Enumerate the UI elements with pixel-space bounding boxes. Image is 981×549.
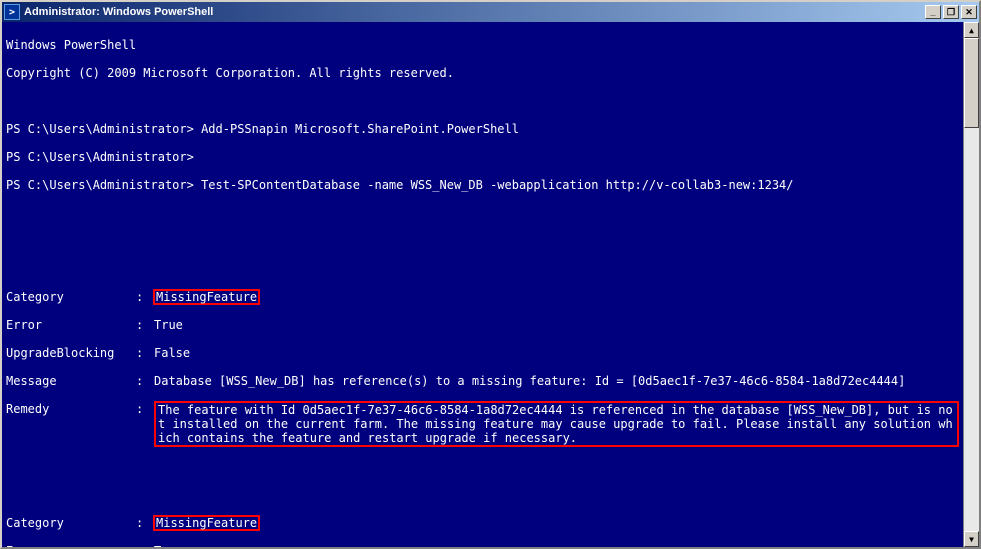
error-row: Error: True (6, 544, 959, 547)
header-line: Windows PowerShell (6, 38, 959, 52)
scroll-down-button[interactable]: ▼ (964, 531, 979, 547)
error-row: Error: True (6, 318, 959, 332)
prompt-line: PS C:\Users\Administrator> Add-PSSnapin … (6, 122, 959, 136)
titlebar[interactable]: > Administrator: Windows PowerShell _ ❐ … (2, 2, 979, 22)
category-value: MissingFeature (153, 515, 260, 531)
remedy-value: The feature with Id 0d5aec1f-7e37-46c6-8… (154, 401, 959, 447)
message-row: Message: Database [WSS_New_DB] has refer… (6, 374, 959, 388)
scroll-up-button[interactable]: ▲ (964, 22, 979, 38)
console-output[interactable]: Windows PowerShell Copyright (C) 2009 Mi… (2, 22, 963, 547)
maximize-button[interactable]: ❐ (943, 5, 959, 19)
prompt-line: PS C:\Users\Administrator> (6, 150, 959, 164)
vertical-scrollbar[interactable]: ▲ ▼ (963, 22, 979, 547)
close-button[interactable]: ✕ (961, 5, 977, 19)
prompt-line: PS C:\Users\Administrator> Test-SPConten… (6, 178, 959, 192)
category-row: Category: MissingFeature (6, 516, 959, 530)
copyright-line: Copyright (C) 2009 Microsoft Corporation… (6, 66, 959, 80)
minimize-button[interactable]: _ (925, 5, 941, 19)
powershell-window: > Administrator: Windows PowerShell _ ❐ … (0, 0, 981, 549)
powershell-icon: > (4, 4, 20, 20)
remedy-row: Remedy: The feature with Id 0d5aec1f-7e3… (6, 402, 959, 446)
upgradeblocking-row: UpgradeBlocking: False (6, 346, 959, 360)
window-title: Administrator: Windows PowerShell (24, 6, 925, 18)
category-row: Category: MissingFeature (6, 290, 959, 304)
scroll-track[interactable] (964, 38, 979, 531)
scroll-thumb[interactable] (964, 38, 979, 128)
category-value: MissingFeature (153, 289, 260, 305)
